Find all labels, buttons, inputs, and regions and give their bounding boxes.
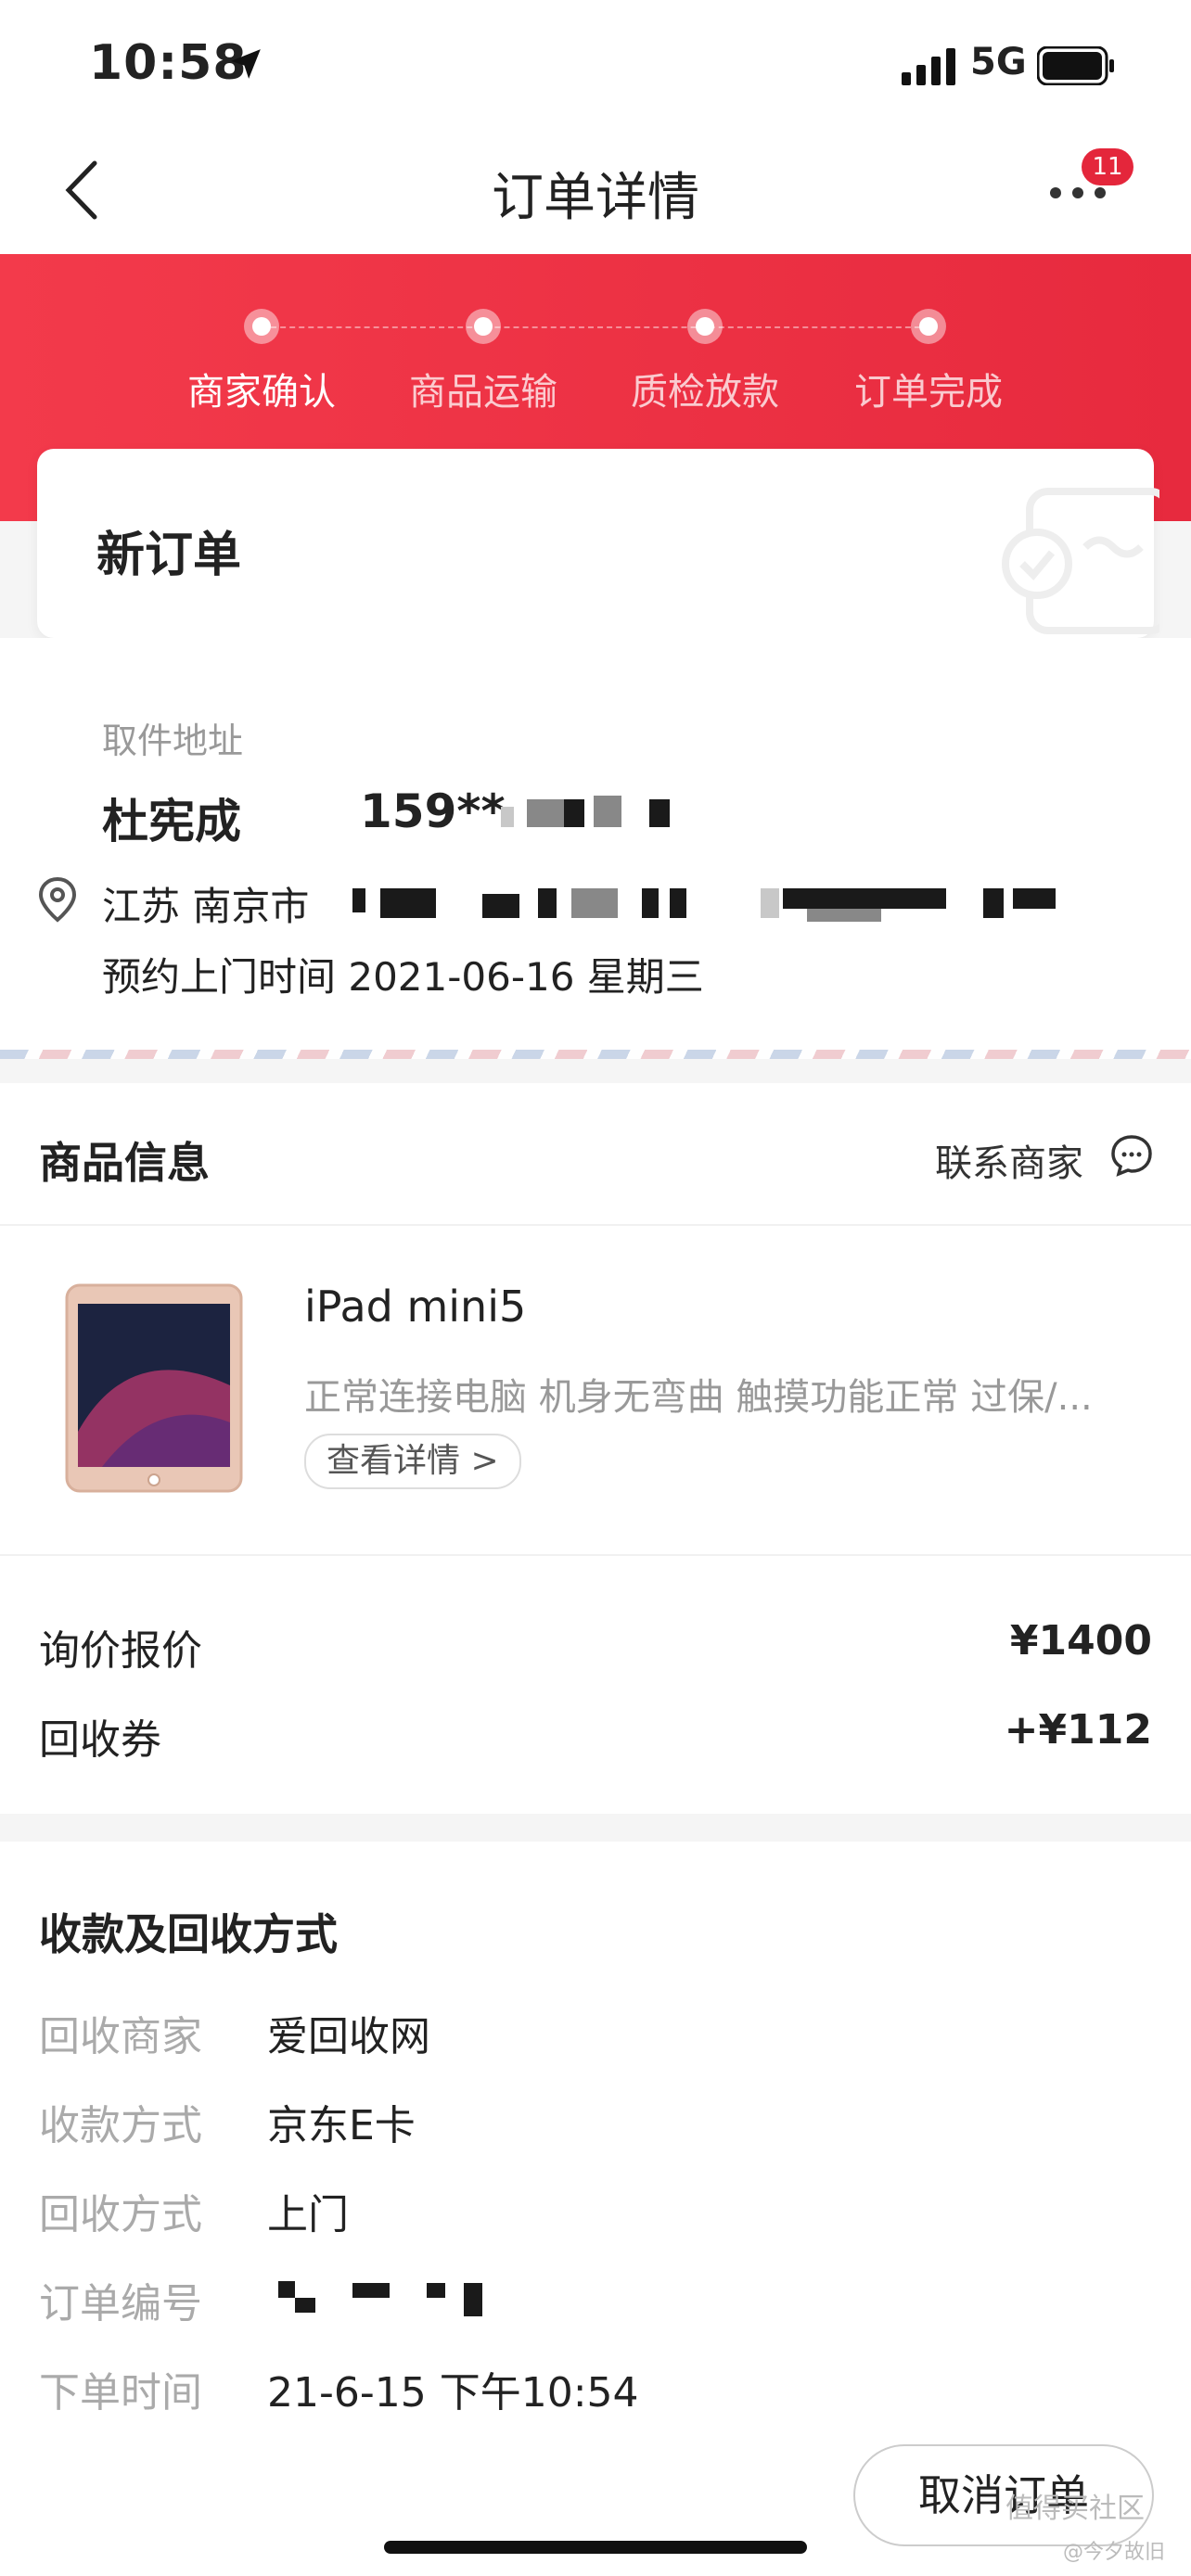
watermark-handle: @今夕故旧 [1063,2541,1166,2564]
battery-icon [1037,46,1114,85]
product-name: iPad mini5 [304,1282,527,1332]
pixelated-mask [380,888,436,918]
pixelated-mask [482,894,519,918]
appointment-time: 预约上门时间 2021-06-16 星期三 [102,954,704,1000]
pixelated-mask [427,2283,445,2298]
payment-section-title: 收款及回收方式 [39,1909,338,1959]
recycle-method-label: 回收方式 [39,2191,202,2238]
step-dot [244,309,279,344]
pixelated-mask [1013,888,1056,909]
pricing-section [0,1556,1191,1814]
coupon-label: 回收券 [39,1716,161,1764]
order-status: 新订单 [96,528,242,583]
pickup-address-label: 取件地址 [102,721,244,761]
step-label-shipping: 商品运输 [409,371,557,414]
contact-phone: 159** [360,784,506,838]
home-indicator [384,2541,807,2554]
pixelated-mask [761,888,779,918]
payment-method-label: 收款方式 [39,2102,202,2149]
envelope-border [0,1050,1191,1059]
network-type: 5G [970,41,1027,83]
pixelated-mask [501,807,514,827]
address-city: 江苏 南京市 [102,884,310,929]
pixelated-mask [464,2283,482,2316]
order-number-label: 订单编号 [39,2280,202,2327]
pixelated-mask [571,888,618,918]
signal-icon [902,48,955,85]
location-pin-icon [38,876,77,923]
order-time-label: 下单时间 [39,2369,202,2417]
pixelated-mask [538,888,557,918]
location-arrow-icon [231,49,261,79]
pixelated-mask [352,2283,390,2298]
product-description: 正常连接电脑 机身无弯曲 触摸功能正常 过保/... [304,1376,1093,1419]
pixelated-mask [564,799,584,827]
order-time-value: 21-6-15 下午10:54 [267,2369,639,2417]
divider [0,1224,1191,1226]
steps-connector [262,326,929,328]
section-gap [0,1814,1191,1842]
product-section-title: 商品信息 [39,1138,210,1188]
step-dot [687,309,723,344]
pixelated-mask [983,888,1004,918]
pixelated-mask [352,888,365,912]
ipad-product-image [65,1283,243,1493]
pixelated-mask [594,796,621,827]
pixelated-mask [649,799,670,827]
chat-icon[interactable] [1109,1133,1154,1178]
view-details-button[interactable]: 查看详情 > [304,1434,521,1489]
quote-price-label: 询价报价 [39,1627,202,1675]
pixelated-mask [527,799,564,827]
pixelated-mask [807,909,881,922]
recycle-method-value: 上门 [267,2191,349,2238]
pixelated-mask [295,2298,315,2313]
step-label-inspection: 质检放款 [631,371,779,414]
order-check-icon [1002,488,1159,634]
quote-price-value: ¥1400 [1009,1617,1152,1664]
status-time: 10:58 [89,35,248,91]
watermark: 值得买社区 [1005,2493,1145,2525]
step-dot [911,309,946,344]
step-label-complete: 订单完成 [854,371,1003,414]
notification-badge: 11 [1082,148,1133,185]
coupon-value: +¥112 [1004,1706,1152,1753]
pixelated-mask [783,888,946,909]
recycler-label: 回收商家 [39,2013,202,2060]
page-title: 订单详情 [492,168,699,228]
contact-name: 杜宪成 [102,795,241,848]
step-dot [466,309,501,344]
payment-method-value: 京东E卡 [267,2102,416,2149]
pixelated-mask [670,888,686,918]
contact-merchant-link[interactable]: 联系商家 [935,1133,1083,1187]
pixelated-mask [278,2281,295,2298]
step-label-merchant-confirm: 商家确认 [187,371,336,414]
recycler-value: 爱回收网 [267,2013,430,2060]
pixelated-mask [642,888,659,918]
